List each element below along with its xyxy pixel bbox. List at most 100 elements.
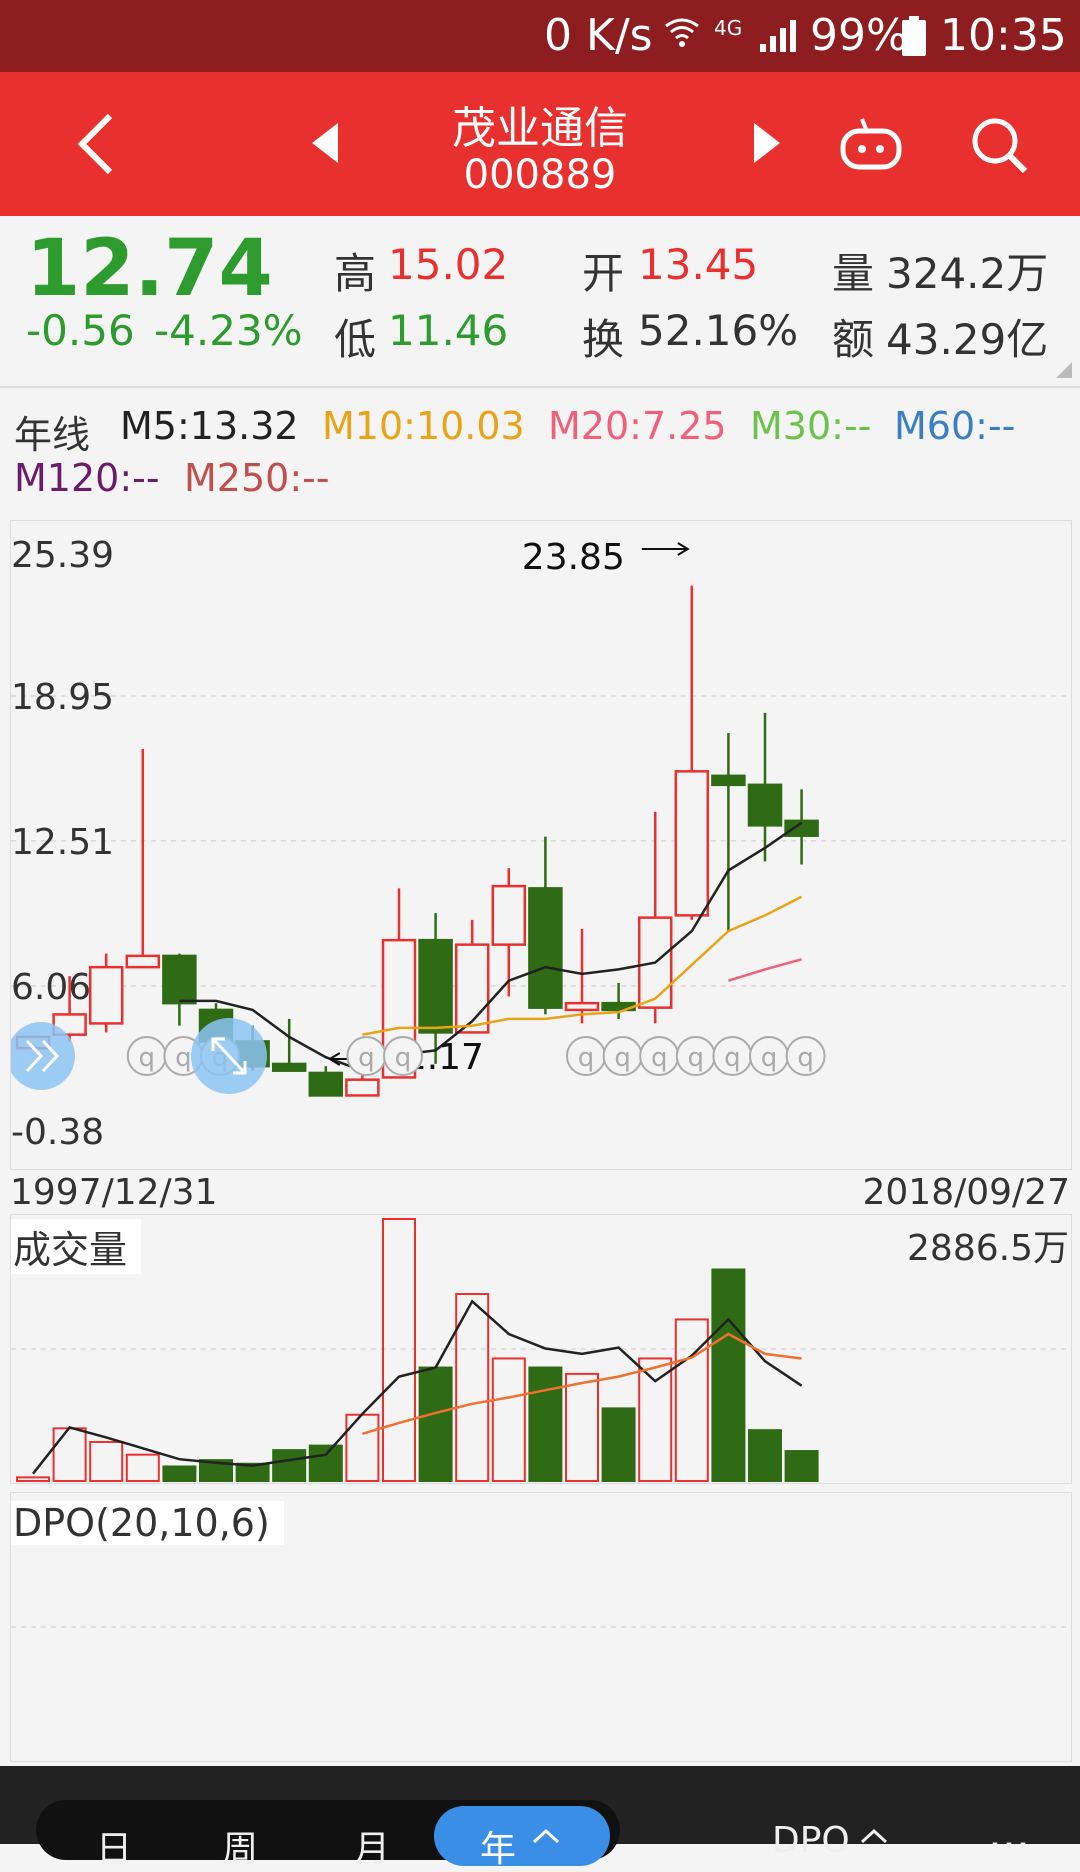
tab-active-highlight: [434, 1806, 610, 1866]
ma60-label: M60:--: [894, 404, 1016, 448]
price-change: -0.56: [26, 306, 135, 355]
ma-period-label[interactable]: 年线: [14, 404, 90, 459]
candle-down: [711, 774, 746, 787]
indicator-selector[interactable]: DPO: [772, 1820, 850, 1861]
network-type: 4G: [714, 16, 743, 40]
volume-chart-panel[interactable]: 成交量 2886.5万: [10, 1214, 1072, 1484]
svg-text:q: q: [724, 1043, 741, 1073]
low-label: 低: [334, 315, 377, 364]
volume-bar-down: [272, 1449, 307, 1483]
ma120-label: M120:--: [14, 456, 160, 500]
candle-down: [528, 887, 563, 1009]
tab-day[interactable]: 日: [96, 1820, 132, 1872]
svg-text:q: q: [651, 1043, 668, 1073]
candle-up: [345, 1078, 380, 1097]
low-value: 11.46: [388, 306, 509, 355]
ma250-label: M250:--: [184, 456, 330, 500]
volume-bar-up: [16, 1476, 50, 1482]
event-marker-icon: q: [675, 1036, 716, 1076]
volume-bar-down: [528, 1366, 563, 1482]
candle-up: [454, 943, 490, 1034]
open-value: 13.45: [638, 240, 759, 289]
candle-down: [308, 1071, 344, 1097]
candle-down: [271, 1062, 307, 1072]
y-tick-label: -0.38: [11, 1112, 104, 1153]
event-marker-icon: q: [566, 1036, 606, 1076]
robot-icon[interactable]: [836, 112, 906, 176]
ma-line-m20: [728, 958, 802, 982]
high-label: 高: [334, 249, 377, 298]
volume-value: 324.2万: [886, 249, 1049, 298]
corner-expand-icon[interactable]: [1056, 362, 1072, 382]
event-marker-icon: q: [383, 1036, 423, 1076]
volume-max-label: 2886.5万: [907, 1228, 1069, 1269]
candle-up: [125, 954, 161, 969]
ma30-label: M30:--: [750, 404, 872, 448]
volume-bar-down: [601, 1407, 636, 1482]
more-icon[interactable]: ...: [988, 1808, 1030, 1859]
y-tick-label: 25.39: [11, 535, 114, 576]
amount-label: 额: [832, 315, 875, 364]
event-marker-icon: q: [749, 1036, 789, 1076]
price-change-pct: -4.23%: [154, 306, 303, 355]
volume-ma-line-ma5: [32, 1299, 803, 1475]
kline-chart-panel[interactable]: 25.39 18.95 12.51 6.06 -0.38 23.85 1.17 q q q q q q q…: [10, 520, 1072, 1170]
arrow-right-icon: [641, 542, 690, 556]
volume-bar-down: [418, 1366, 453, 1482]
volume-title: 成交量: [11, 1219, 142, 1274]
ma5-label: M5:13.32: [120, 404, 299, 448]
event-marker-icon: q: [785, 1036, 826, 1076]
volume-bar-up: [125, 1453, 160, 1482]
volume-bar-down: [748, 1429, 782, 1482]
status-bar: 0 K/s 4G 99% 10:35: [0, 0, 1080, 72]
clock: 10:35: [940, 10, 1067, 61]
volume-bar-down: [308, 1444, 343, 1482]
volume-bar-up: [52, 1427, 87, 1483]
volume-label: 量: [832, 249, 875, 298]
y-tick-label: 6.06: [11, 967, 91, 1008]
current-price: 12.74: [26, 224, 273, 314]
ma10-label: M10:10.03: [322, 404, 525, 448]
svg-text:q: q: [761, 1043, 778, 1073]
candle-up: [674, 770, 710, 917]
turnover-label: 换: [582, 315, 625, 364]
chevron-up-icon[interactable]: [532, 1828, 560, 1848]
tab-month[interactable]: 月: [354, 1820, 390, 1872]
candle-up: [564, 1001, 600, 1012]
volume-bar-down: [162, 1465, 197, 1482]
y-tick-label: 18.95: [11, 677, 114, 718]
candle-down: [162, 954, 197, 1005]
dpo-chart-panel[interactable]: DPO(20,10,6): [10, 1492, 1072, 1762]
event-marker-icon: q: [639, 1036, 680, 1076]
volume-bar-up: [89, 1440, 124, 1482]
svg-text:q: q: [395, 1043, 412, 1073]
tab-year[interactable]: 年: [480, 1820, 516, 1872]
candle-up: [491, 884, 527, 946]
chevron-up-icon[interactable]: [860, 1828, 888, 1848]
event-marker-icon: q: [346, 1036, 387, 1076]
amount-value: 43.29亿: [886, 315, 1049, 364]
turnover-value: 52.16%: [638, 306, 799, 355]
date-end-label: 2018/09/27: [862, 1172, 1071, 1213]
signal-icon: [758, 16, 798, 58]
candle-up: [88, 965, 124, 1025]
svg-text:q: q: [358, 1043, 375, 1073]
stock-name: 茂业通信: [452, 103, 628, 154]
dpo-title[interactable]: DPO(20,10,6): [11, 1501, 284, 1545]
event-marker-icon: q: [712, 1036, 753, 1076]
search-icon[interactable]: [964, 110, 1034, 180]
volume-bar-down: [711, 1268, 746, 1482]
quote-panel: 12.74 -0.56 -4.23% 高 15.02 低 11.46 开 13.…: [0, 216, 1080, 386]
candle-down: [747, 783, 783, 827]
volume-bar-up: [565, 1372, 599, 1483]
svg-text:q: q: [688, 1043, 705, 1073]
stock-code: 000889: [463, 152, 617, 198]
kline-chart[interactable]: 25.3918.9512.516.06-0.3823.851.17q q q q q q q…: [11, 521, 1071, 1169]
y-tick-label: 12.51: [11, 822, 114, 863]
expand-icon: [191, 1018, 267, 1094]
network-speed: 0 K/s: [544, 10, 653, 61]
tab-week[interactable]: 周: [222, 1820, 258, 1872]
next-stock-triangle-icon[interactable]: [742, 118, 792, 168]
max-price-marker: 23.85: [522, 537, 625, 578]
svg-text:q: q: [139, 1043, 156, 1073]
